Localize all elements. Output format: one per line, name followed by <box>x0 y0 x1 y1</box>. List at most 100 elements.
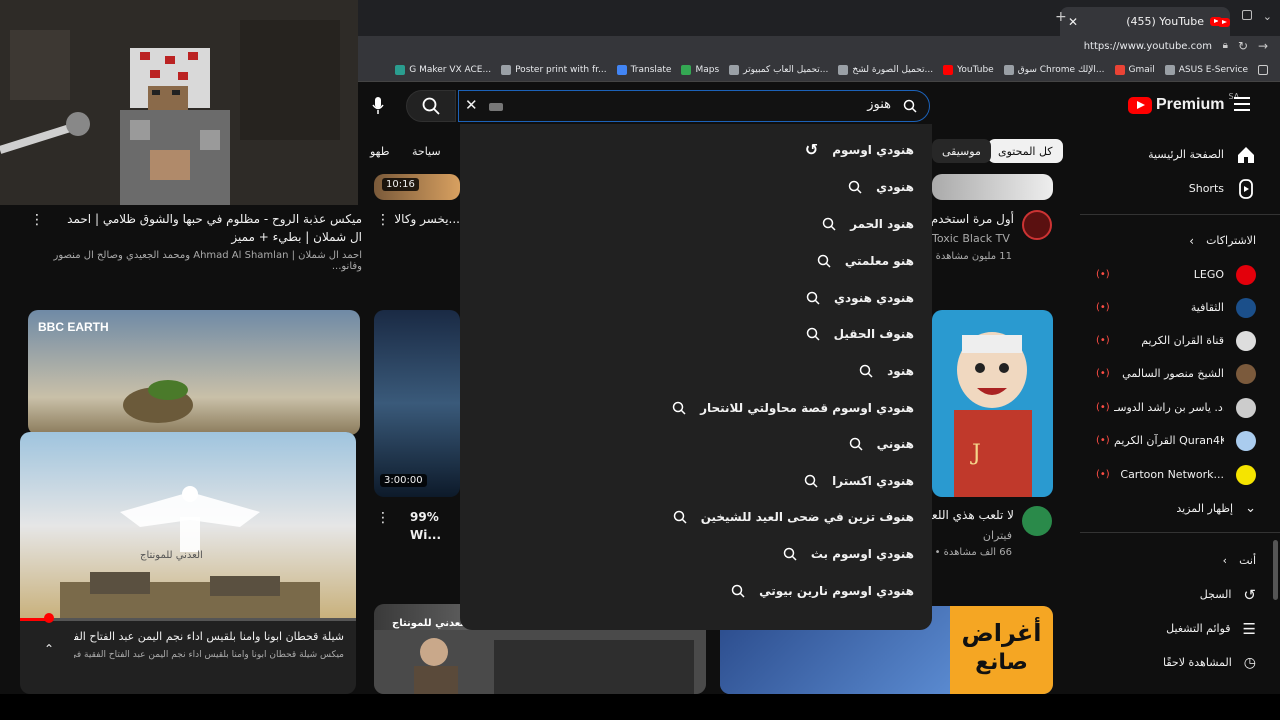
sidebar-channel[interactable]: الثقافية (•) <box>1096 291 1256 324</box>
sidebar-item-history[interactable]: ↺ السجل <box>1096 578 1256 611</box>
search-icon <box>822 217 836 231</box>
reload-icon[interactable]: ↻ <box>1238 39 1248 53</box>
video-thumbnail[interactable]: 10:16 <box>374 174 460 200</box>
more-options-icon[interactable]: ⋮ <box>376 510 390 526</box>
suggestion-item[interactable]: هنودي <box>848 168 914 205</box>
sidebar-item-home[interactable]: الصفحة الرئيسية <box>1096 138 1256 171</box>
mini-player-video[interactable]: العدني للمونتاج <box>20 432 356 620</box>
video-thumbnail[interactable]: BBC EARTH <box>28 310 360 435</box>
expand-icon[interactable]: ⌃ <box>44 642 54 656</box>
thumbnail-text: صانع <box>975 650 1028 675</box>
tab-search-icon[interactable] <box>1242 10 1252 20</box>
chip-tourism[interactable]: سياحة <box>402 139 451 163</box>
suggestion-item[interactable]: هنو معلمتي <box>817 242 914 279</box>
bookmark-favicon-icon <box>395 64 406 75</box>
sidebar-scrollbar[interactable] <box>1273 540 1278 600</box>
progress-fill <box>20 618 47 621</box>
more-options-icon[interactable]: ⋮ <box>376 212 390 228</box>
suggestion-item[interactable]: ↺ هنودي اوسوم <box>805 131 914 168</box>
bookmark-folder-icon[interactable] <box>1258 64 1268 75</box>
microphone-icon <box>372 97 384 114</box>
back-icon[interactable]: → <box>1258 39 1268 53</box>
search-button[interactable] <box>406 90 456 122</box>
channel-avatar <box>1236 430 1256 451</box>
chevron-down-icon: ⌄ <box>1245 501 1256 516</box>
video-thumbnail[interactable] <box>932 174 1053 200</box>
video-thumbnail[interactable]: 3:00:00 <box>374 310 460 497</box>
suggestion-item[interactable]: هنود الحمر <box>822 205 914 242</box>
video-title[interactable]: 99% Wi... Car... <box>410 508 460 544</box>
address-bar[interactable]: → ↻ 🔒︎ https://www.youtube.com <box>358 36 1280 58</box>
voice-search-button[interactable] <box>362 90 394 122</box>
channel-avatar[interactable] <box>1022 210 1052 240</box>
bookmark-gmail[interactable]: Gmail <box>1114 64 1155 75</box>
channel-avatar <box>1236 264 1256 285</box>
gmail-icon <box>1114 64 1125 75</box>
channel-name[interactable]: Toxic Black TV <box>932 232 1012 245</box>
suggestion-item[interactable]: هنوف تزين في ضحى العيد للشيخين <box>673 498 914 535</box>
tab-list-icon[interactable]: ⌄ <box>1263 10 1272 23</box>
more-options-icon[interactable]: ⋮ <box>30 212 44 228</box>
clear-search-icon[interactable]: ✕ <box>465 96 478 114</box>
suggestion-item[interactable]: هنودي اوسوم قصة محاولتي للانتحار <box>672 389 914 426</box>
new-tab-icon[interactable]: + <box>1055 9 1067 25</box>
sidebar-channel[interactable]: القرآن الكريم Quran4K (•) <box>1096 424 1256 457</box>
youtube-logo[interactable]: Premium SA <box>1128 92 1239 114</box>
sidebar-item-watch-later[interactable]: ◷ المشاهدة لاحقًا <box>1096 646 1256 679</box>
channel-name[interactable]: فيتران <box>932 529 1012 542</box>
bookmark-image-download[interactable]: تحميل الصورة لشخ... <box>838 64 933 75</box>
show-more-button[interactable]: ⌄ إظهار المزيد <box>1096 492 1256 525</box>
thumbnail-text-panel: أغراض صانع <box>950 606 1053 694</box>
sidebar-channel[interactable]: أ.د. ياسر بن راشد الدوسـ... (•) <box>1096 391 1256 424</box>
hamburger-icon[interactable] <box>1234 97 1250 111</box>
bookmark-asus[interactable]: ASUS E-Service <box>1164 64 1248 75</box>
webcam-overlay <box>0 0 358 205</box>
video-title[interactable]: ...يخسر وكالاه <box>394 210 460 228</box>
suggestion-item[interactable]: هنودي اوسوم بث <box>783 535 914 572</box>
sidebar-item-playlists[interactable]: ☰ قوائم التشغيل <box>1096 612 1256 645</box>
bookmark-rpg-maker[interactable]: G Maker VX ACE... <box>395 64 491 75</box>
video-title[interactable]: لا تلعب هذي اللعبة <box>932 506 1014 524</box>
bookmark-chrome-store[interactable]: سوق Chrome الإلك... <box>1003 64 1105 75</box>
tab-close-icon[interactable]: ✕ <box>1068 15 1078 29</box>
progress-handle[interactable] <box>44 613 54 623</box>
suggestion-item[interactable]: هنودي اكسترا <box>804 462 914 499</box>
live-icon: (•) <box>1096 335 1110 346</box>
bookmark-translate[interactable]: Translate <box>616 64 671 75</box>
bookmark-poster[interactable]: Poster print with fr... <box>501 64 607 75</box>
cartoon-character-image: J <box>954 332 1032 497</box>
url-text[interactable]: https://www.youtube.com <box>1084 41 1212 52</box>
mini-player[interactable]: العدني للمونتاج شيلة قحطان ابونا وامنا ب… <box>20 432 356 694</box>
keyboard-icon[interactable] <box>489 103 503 111</box>
bookmark-maps[interactable]: Maps <box>681 64 719 75</box>
you-header[interactable]: أنت ‹ <box>1096 544 1256 577</box>
sidebar-item-shorts[interactable]: Shorts <box>1096 172 1256 205</box>
suggestion-item[interactable]: هنوف الحقيل <box>806 315 914 352</box>
video-title[interactable]: أول مرة استخدم المر <box>932 210 1014 228</box>
search-inline-icon <box>903 99 917 113</box>
bookmark-youtube[interactable]: YouTube <box>943 64 994 75</box>
video-thumbnail[interactable]: J <box>932 310 1053 497</box>
chip-cooking[interactable]: طهو <box>360 139 400 163</box>
bookmark-favicon-icon <box>729 64 740 75</box>
sidebar-channel[interactable]: Cartoon Network... (•) <box>1096 458 1256 491</box>
chip-music[interactable]: موسيقى <box>932 139 991 163</box>
search-input[interactable]: ✕ هنوز <box>458 90 930 122</box>
subscriptions-header[interactable]: الاشتراكات ‹ <box>1096 224 1256 257</box>
suggestion-item[interactable]: هنوني <box>849 425 914 462</box>
recording-icon <box>1218 12 1230 31</box>
suggestion-item[interactable]: هنود <box>859 352 914 389</box>
channel-avatar[interactable] <box>1022 506 1052 536</box>
youtube-header: ✕ هنوز Premium SA <box>358 82 1280 128</box>
suggestion-item[interactable]: هنودي هنودي <box>806 279 914 316</box>
sidebar-channel-lego[interactable]: LEGO (•) <box>1096 258 1256 291</box>
channel-avatar <box>1236 297 1256 318</box>
bookmark-games[interactable]: تحميل العاب كمبيوتر... <box>729 64 828 75</box>
video-title[interactable]: ميكس عذبة الروح - مظلوم في حبها والشوق ظ… <box>58 210 362 246</box>
progress-bar[interactable] <box>20 618 356 621</box>
chip-all[interactable]: كل المحتوى <box>988 139 1063 163</box>
browser-tab[interactable]: (455) YouTube ✕ <box>1060 7 1230 36</box>
suggestion-item[interactable]: هنودي اوسوم نارين بيوتي <box>731 572 914 609</box>
sidebar-channel[interactable]: قناة القران الكريم (•) <box>1096 324 1256 357</box>
sidebar-channel[interactable]: الشيخ منصور السالمي (•) <box>1096 357 1256 390</box>
